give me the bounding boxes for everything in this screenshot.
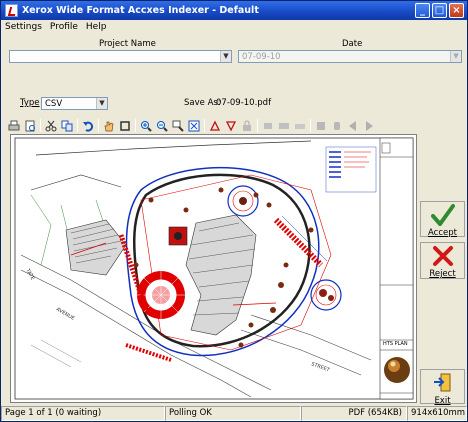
cut-icon[interactable] <box>44 119 58 133</box>
type-value: CSV <box>45 99 63 109</box>
rotate-left-icon[interactable] <box>208 119 222 133</box>
maximize-button[interactable]: □ <box>432 3 447 18</box>
date-label: Date <box>342 39 363 49</box>
app-window: Xerox Wide Format Accxes Indexer - Defau… <box>0 0 468 422</box>
checkmark-icon <box>430 204 455 228</box>
status-page: Page 1 of 1 (0 waiting) <box>1 406 165 421</box>
document-viewer[interactable]: HTS PLAN AVENUE STREET TATE <box>10 134 417 403</box>
previous-page-icon <box>346 119 360 133</box>
accept-label: Accept <box>428 228 457 238</box>
type-label: Type <box>20 98 40 108</box>
exit-label: Exit <box>434 396 451 406</box>
print-preview-icon[interactable] <box>23 119 37 133</box>
type-combo[interactable]: CSV ▼ <box>41 97 108 110</box>
copy-icon[interactable] <box>60 119 74 133</box>
select-rect-icon[interactable] <box>118 119 132 133</box>
zoom-window-icon[interactable] <box>171 119 185 133</box>
save-as-filename: 07-09-10.pdf <box>216 98 272 108</box>
view-three-icon <box>293 119 307 133</box>
x-mark-icon <box>432 246 453 266</box>
reject-button[interactable]: Reject <box>420 242 465 279</box>
site-plan-drawing: HTS PLAN AVENUE STREET TATE <box>14 137 414 400</box>
status-file: PDF (654KB) <box>301 406 407 421</box>
chevron-down-icon: ▼ <box>450 51 461 62</box>
menu-help[interactable]: Help <box>86 22 107 32</box>
zoom-fit-icon[interactable] <box>187 119 201 133</box>
exit-door-icon <box>433 373 450 392</box>
window-title: Xerox Wide Format Accxes Indexer - Defau… <box>22 5 259 16</box>
chevron-down-icon[interactable]: ▼ <box>220 51 231 62</box>
next-page-icon <box>362 119 376 133</box>
status-polling: Polling OK <box>165 406 301 421</box>
date-combo: 07-09-10 ▼ <box>238 50 462 63</box>
thumbnail-icon <box>330 119 344 133</box>
close-button[interactable]: × <box>449 3 464 18</box>
undo-icon[interactable] <box>81 119 95 133</box>
lock-icon <box>240 119 254 133</box>
chevron-down-icon[interactable]: ▼ <box>96 98 107 109</box>
title-block-name: HTS PLAN <box>383 341 408 347</box>
print-icon[interactable] <box>7 119 21 133</box>
view-one-icon <box>261 119 275 133</box>
date-value: 07-09-10 <box>242 52 281 62</box>
reject-label: Reject <box>429 269 456 279</box>
rotate-right-icon[interactable] <box>224 119 238 133</box>
minimize-button[interactable]: _ <box>415 3 430 18</box>
zoom-in-icon[interactable] <box>139 119 153 133</box>
pan-hand-icon[interactable] <box>102 119 116 133</box>
stamp-icon <box>314 119 328 133</box>
viewer-toolbar <box>7 117 419 134</box>
status-size: 914x610mm <box>407 406 467 421</box>
project-name-combo[interactable]: ▼ <box>9 50 232 63</box>
menu-profile[interactable]: Profile <box>50 22 78 32</box>
zoom-out-icon[interactable] <box>155 119 169 133</box>
project-name-label: Project Name <box>99 39 156 49</box>
view-two-icon <box>277 119 291 133</box>
status-bar: Page 1 of 1 (0 waiting) Polling OK PDF (… <box>1 406 467 421</box>
accept-button[interactable]: Accept <box>420 201 465 238</box>
menu-settings[interactable]: Settings <box>5 22 42 32</box>
app-icon <box>5 4 18 17</box>
menu-bar: Settings Profile Help <box>1 20 467 34</box>
exit-button[interactable]: Exit <box>420 369 465 406</box>
title-bar[interactable]: Xerox Wide Format Accxes Indexer - Defau… <box>1 1 467 20</box>
